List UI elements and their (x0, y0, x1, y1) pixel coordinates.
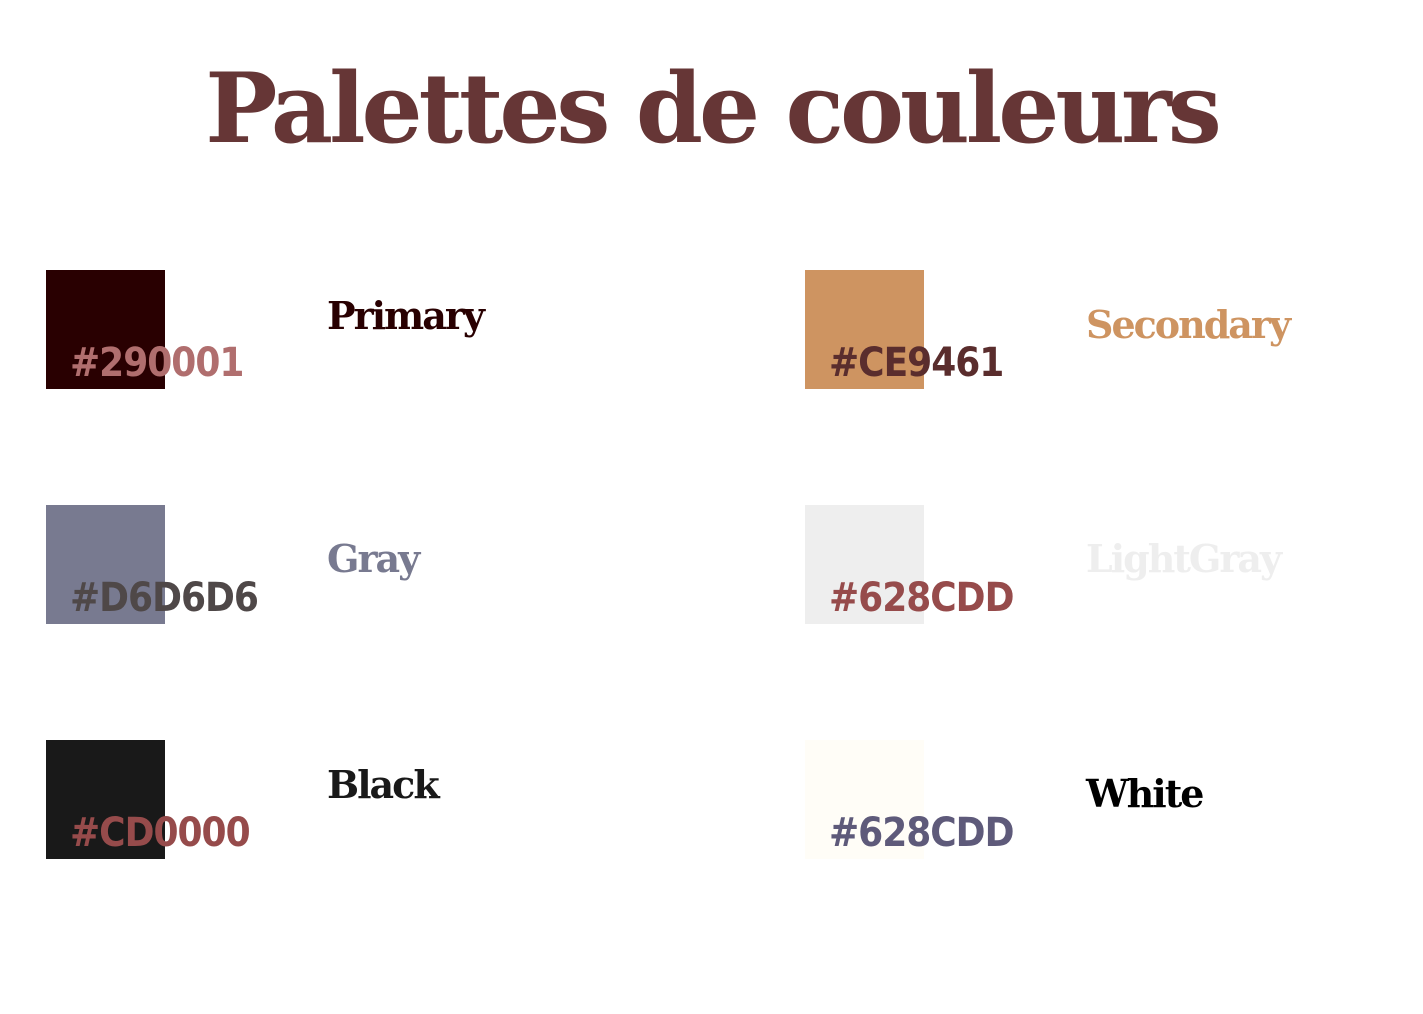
color-name: Primary (327, 293, 485, 338)
swatch-card-gray: #D6D6D6 Gray (46, 505, 646, 645)
swatch-card-primary: #290001 Primary (46, 270, 646, 410)
hex-code: #CD0000 (70, 810, 251, 856)
color-name: Gray (327, 536, 420, 581)
color-name: LightGray (1086, 536, 1282, 581)
color-name: White (1086, 771, 1204, 816)
page-title: Palettes de couleurs (205, 52, 1221, 165)
hex-code: #290001 (70, 340, 244, 386)
swatch-card-black: #CD0000 Black (46, 740, 646, 880)
hex-code: #D6D6D6 (70, 575, 259, 621)
swatch-card-secondary: #CE9461 Secondary (805, 270, 1405, 410)
hex-code: #CE9461 (829, 340, 1004, 386)
swatch-card-white: #628CDD White (805, 740, 1405, 880)
color-name: Black (327, 762, 440, 807)
hex-code: #628CDD (829, 575, 1014, 621)
hex-code: #628CDD (829, 810, 1014, 856)
color-name: Secondary (1086, 302, 1291, 347)
swatch-card-lightgray: #628CDD LightGray (805, 505, 1405, 645)
